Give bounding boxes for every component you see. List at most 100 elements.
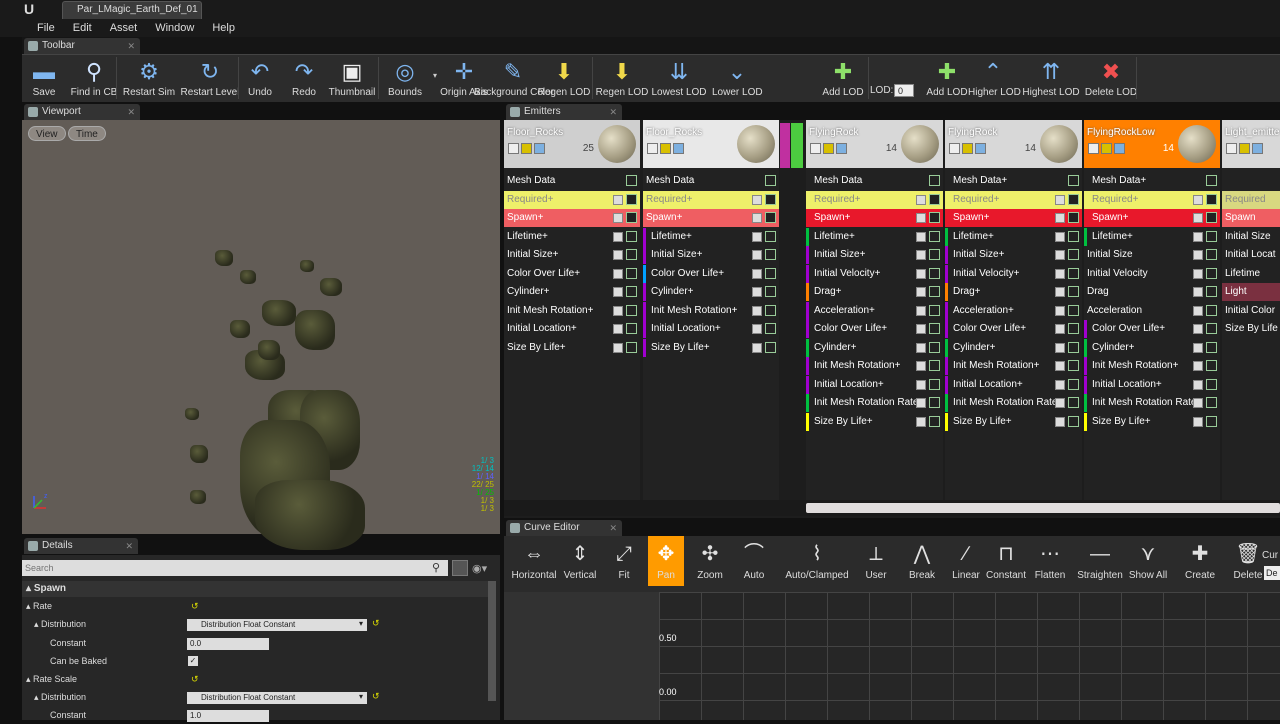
render-mode-icon[interactable] bbox=[962, 143, 973, 154]
emitter-module[interactable]: Required+ bbox=[1084, 190, 1220, 209]
module-enable-checkbox[interactable] bbox=[916, 305, 926, 316]
emitter-module[interactable]: Cylinder+ bbox=[945, 338, 1082, 357]
close-icon[interactable]: ✕ bbox=[127, 38, 135, 54]
emitter-module[interactable]: Required+ bbox=[643, 190, 779, 209]
curve-graph-icon[interactable] bbox=[626, 193, 637, 205]
module-enable-checkbox[interactable] bbox=[613, 194, 623, 205]
emitter-header[interactable]: Floor_Rocks 25 bbox=[504, 120, 640, 168]
solo-icon[interactable] bbox=[673, 143, 684, 154]
emitter-column[interactable]: Floor_Rocks Mesh Data Required+ Spawn+ Lifet… bbox=[643, 120, 779, 500]
vertical-button[interactable]: ⇕ Vertical bbox=[556, 536, 604, 586]
constant-field[interactable]: 0.0 bbox=[187, 638, 269, 650]
emitter-module[interactable]: Required+ bbox=[945, 190, 1082, 209]
emitter-toggle-icons[interactable] bbox=[949, 143, 986, 154]
curve-graph-icon[interactable] bbox=[1068, 378, 1079, 390]
curve-graph[interactable]: 0.50 0.00 bbox=[659, 592, 1280, 720]
emitter-module[interactable]: Cylinder+ bbox=[1084, 338, 1220, 357]
curve-graph-icon[interactable] bbox=[765, 341, 776, 353]
curve-graph-icon[interactable] bbox=[626, 304, 637, 316]
module-enable-checkbox[interactable] bbox=[916, 213, 926, 223]
reset-icon[interactable]: ↺ bbox=[191, 597, 199, 615]
emitter-module[interactable]: Init Mesh Rotation Rate+ bbox=[806, 394, 943, 412]
lower-lod-button[interactable]: ⌄ Lower LOD bbox=[712, 55, 763, 101]
module-enable-checkbox[interactable] bbox=[1055, 250, 1065, 260]
curve-graph-icon[interactable] bbox=[1068, 193, 1079, 205]
module-enable-checkbox[interactable] bbox=[916, 250, 926, 260]
tab-toolbar[interactable]: Toolbar ✕ bbox=[24, 38, 140, 54]
module-enable-checkbox[interactable] bbox=[613, 287, 623, 297]
curve-graph-icon[interactable] bbox=[1206, 397, 1217, 408]
emitter-module[interactable]: Initial Location+ bbox=[504, 320, 640, 338]
emitter-module[interactable]: Initial Size bbox=[1222, 228, 1280, 246]
create-button[interactable]: ✚ Create bbox=[1178, 536, 1222, 586]
document-tab[interactable]: Par_LMagic_Earth_Def_01 bbox=[62, 1, 202, 19]
curve-graph-icon[interactable] bbox=[626, 323, 637, 334]
emitter-module[interactable]: Lifetime bbox=[1222, 265, 1280, 283]
curve-graph-icon[interactable] bbox=[1068, 415, 1079, 427]
emitter-toggle-icons[interactable] bbox=[1088, 143, 1125, 154]
curve-graph-icon[interactable] bbox=[626, 249, 637, 260]
module-enable-checkbox[interactable] bbox=[752, 324, 762, 334]
module-enable-checkbox[interactable] bbox=[1193, 324, 1203, 334]
emitter-module[interactable]: Initial Location+ bbox=[806, 375, 943, 394]
emitter-module[interactable]: Acceleration+ bbox=[806, 301, 943, 320]
enable-checkbox[interactable] bbox=[810, 143, 821, 154]
emitter-module[interactable]: Size By Life+ bbox=[504, 339, 640, 357]
emitter-module[interactable]: Initial Size bbox=[1084, 246, 1220, 264]
solo-icon[interactable] bbox=[975, 143, 986, 154]
search-icon[interactable]: ⚲ bbox=[432, 561, 440, 574]
emitter-module[interactable] bbox=[1222, 172, 1280, 190]
emitter-module[interactable]: Cylinder+ bbox=[643, 283, 779, 301]
module-enable-checkbox[interactable] bbox=[752, 342, 762, 353]
emitter-module[interactable]: Spawn bbox=[1222, 209, 1280, 227]
curve-graph-icon[interactable] bbox=[1206, 341, 1217, 353]
emitter-module[interactable]: Initial Velocity bbox=[1084, 265, 1220, 283]
curve-graph-icon[interactable] bbox=[1068, 323, 1079, 334]
emitter-module[interactable]: Lifetime+ bbox=[806, 227, 943, 246]
add-lod-button-2[interactable]: ✚ Add LOD bbox=[922, 55, 972, 101]
module-enable-checkbox[interactable] bbox=[1193, 379, 1203, 390]
curve-graph-icon[interactable] bbox=[626, 230, 637, 242]
curve-graph-icon[interactable] bbox=[765, 267, 776, 279]
distribution-dropdown-2[interactable]: Distribution Float Constant bbox=[187, 692, 367, 704]
emitter-module[interactable]: Acceleration bbox=[1084, 302, 1220, 320]
module-enable-checkbox[interactable] bbox=[613, 268, 623, 279]
tab-details[interactable]: Details ✕ bbox=[24, 538, 138, 554]
solo-icon[interactable] bbox=[534, 143, 545, 154]
menu-help[interactable]: Help bbox=[203, 19, 244, 37]
flatten-button[interactable]: ⋯ Flatten bbox=[1028, 536, 1072, 586]
emitter-header[interactable]: FlyingRockLow 14 bbox=[1084, 120, 1220, 168]
curve-graph-icon[interactable] bbox=[929, 341, 940, 353]
reset-icon[interactable]: ↺ bbox=[372, 691, 380, 702]
module-enable-checkbox[interactable] bbox=[916, 194, 926, 205]
emitter-module[interactable]: Initial Location+ bbox=[945, 375, 1082, 394]
emitter-module[interactable]: Initial Locat bbox=[1222, 246, 1280, 264]
curve-graph-icon[interactable] bbox=[929, 212, 940, 223]
auto-clamped-button[interactable]: ⌇ Auto/Clamped bbox=[780, 536, 854, 586]
break-button[interactable]: ⋀ Break bbox=[900, 536, 944, 586]
lod-value-field[interactable]: 0 bbox=[894, 84, 914, 97]
emitter-module[interactable]: Mesh Data bbox=[504, 172, 640, 190]
module-enable-checkbox[interactable] bbox=[916, 231, 926, 242]
emitter-module[interactable]: Lifetime+ bbox=[504, 228, 640, 246]
emitter-module[interactable]: Mesh Data bbox=[806, 172, 943, 190]
render-mode-icon[interactable] bbox=[660, 143, 671, 154]
module-enable-checkbox[interactable] bbox=[1193, 342, 1203, 353]
curve-graph-icon[interactable] bbox=[1206, 286, 1217, 297]
curve-graph-icon[interactable] bbox=[929, 360, 940, 371]
emitter-column[interactable]: Light_emitte Required Spawn Initial Size Ini… bbox=[1222, 120, 1280, 500]
emitter-module[interactable]: Initial Color bbox=[1222, 302, 1280, 320]
constant-field-2[interactable]: 1.0 bbox=[187, 710, 269, 722]
module-enable-checkbox[interactable] bbox=[613, 250, 623, 260]
module-enable-checkbox[interactable] bbox=[1055, 361, 1065, 371]
eye-icon[interactable]: ◉▾ bbox=[472, 562, 487, 575]
module-enable-checkbox[interactable] bbox=[752, 268, 762, 279]
emitter-module[interactable]: Initial Location+ bbox=[643, 320, 779, 338]
module-enable-checkbox[interactable] bbox=[1193, 416, 1203, 427]
enable-checkbox[interactable] bbox=[647, 143, 658, 154]
module-enable-checkbox[interactable] bbox=[1193, 194, 1203, 205]
module-enable-checkbox[interactable] bbox=[1193, 305, 1203, 316]
emitter-module[interactable]: Spawn+ bbox=[1084, 209, 1220, 227]
curve-list[interactable] bbox=[504, 592, 659, 720]
auto-button[interactable]: ⌒ Auto bbox=[736, 536, 772, 586]
